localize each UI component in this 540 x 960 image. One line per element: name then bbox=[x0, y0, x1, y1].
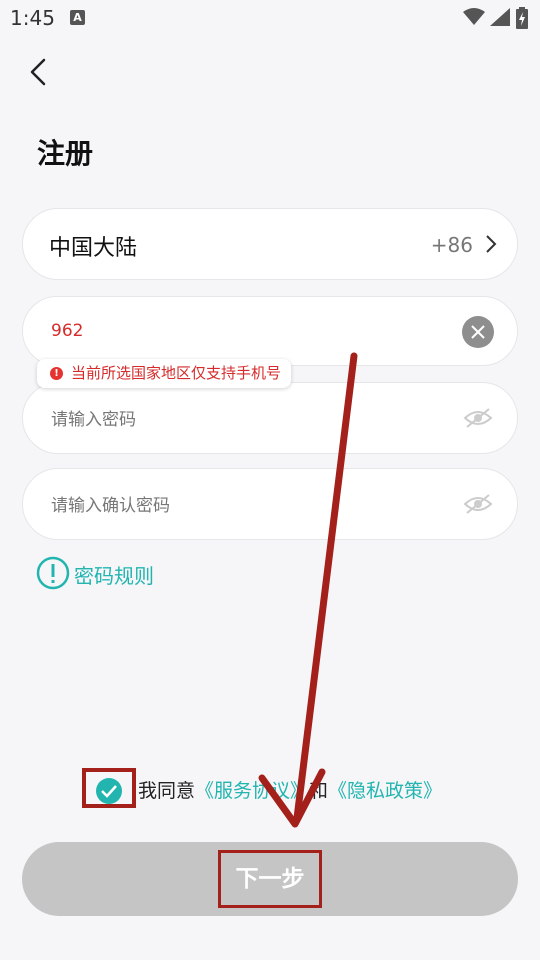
battery-icon bbox=[516, 7, 528, 29]
error-tooltip: 当前所选国家地区仅支持手机号 bbox=[37, 359, 292, 388]
next-step-label: 下一步 bbox=[235, 866, 305, 892]
confirm-password-field[interactable] bbox=[22, 468, 518, 540]
annotation-highlight-box bbox=[82, 768, 136, 808]
confirm-password-input[interactable] bbox=[49, 487, 433, 525]
password-rules-label: 密码规则 bbox=[74, 564, 154, 588]
info-exclamation-icon bbox=[36, 556, 70, 590]
region-selector[interactable]: 中国大陆 +86 bbox=[22, 208, 518, 280]
password-input[interactable] bbox=[49, 401, 433, 439]
chevron-right-icon bbox=[486, 235, 497, 253]
phone-input-value[interactable]: 962 bbox=[51, 321, 83, 341]
clear-input-icon[interactable] bbox=[462, 316, 494, 348]
phone-input-field[interactable]: 962 bbox=[22, 296, 518, 366]
eye-hidden-icon[interactable] bbox=[463, 407, 493, 429]
privacy-policy-link[interactable]: 《隐私政策》 bbox=[328, 780, 442, 802]
notification-a-icon: A bbox=[70, 10, 85, 25]
next-step-button[interactable]: 下一步 bbox=[22, 842, 518, 916]
agreement-conjunction: 和 bbox=[309, 780, 329, 802]
country-code: +86 bbox=[430, 233, 473, 257]
status-time: 1:45 bbox=[10, 6, 55, 30]
error-icon bbox=[50, 359, 63, 388]
agreement-row: 我同意《服务协议》和《隐私政策》 bbox=[82, 768, 540, 810]
signal-icon bbox=[490, 8, 510, 26]
status-bar: 1:45 A bbox=[0, 0, 540, 36]
agreement-checkbox[interactable] bbox=[96, 778, 122, 804]
service-agreement-link[interactable]: 《服务协议》 bbox=[195, 780, 309, 802]
agreement-prefix: 我同意 bbox=[138, 780, 196, 802]
page-title: 注册 bbox=[37, 137, 94, 170]
eye-hidden-icon[interactable] bbox=[463, 493, 493, 515]
wifi-icon bbox=[463, 8, 485, 25]
region-name: 中国大陆 bbox=[49, 236, 138, 261]
password-field[interactable] bbox=[22, 382, 518, 454]
check-icon bbox=[101, 785, 117, 798]
error-message: 当前所选国家地区仅支持手机号 bbox=[71, 364, 282, 382]
annotation-highlight-box: 下一步 bbox=[218, 850, 322, 908]
back-arrow-icon[interactable] bbox=[26, 56, 58, 88]
